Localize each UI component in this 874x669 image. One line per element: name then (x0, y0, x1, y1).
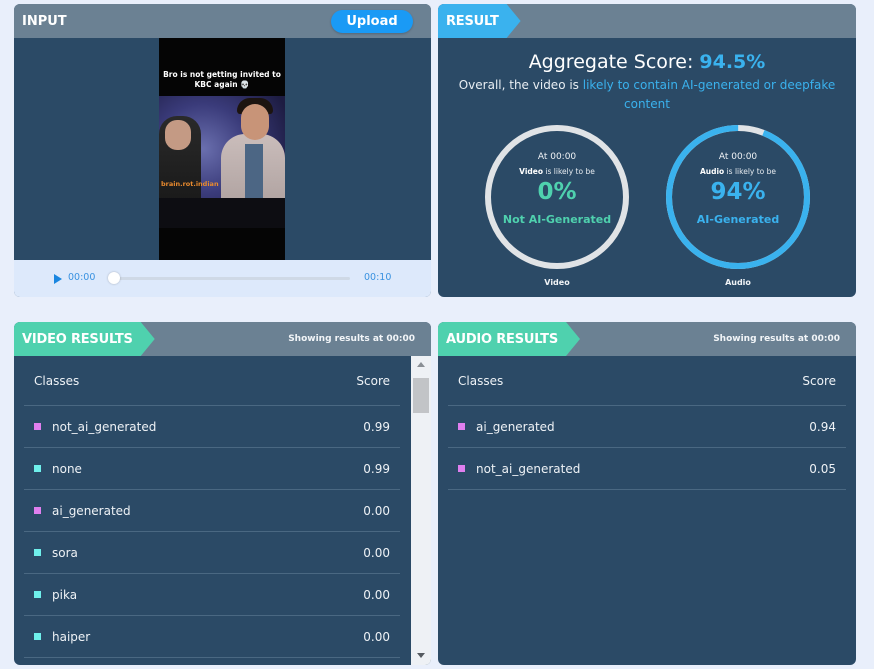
video-scene-image: brain.rot.indian (159, 96, 285, 228)
video-results-body: Classes Score not_ai_generated 0.99 none 0.… (14, 356, 431, 665)
audio-gauge-percent: 94% (710, 179, 766, 205)
video-player-controls: 00:00 00:10 (14, 260, 431, 297)
input-panel: INPUT Upload Bro is not getting invited … (14, 4, 431, 297)
class-score: 0.99 (363, 461, 390, 476)
audio-results-header: AUDIO RESULTS Showing results at 00:00 (438, 322, 856, 356)
scroll-down-arrow-icon[interactable] (417, 653, 425, 658)
table-row: sora 0.00 (24, 532, 400, 574)
input-title: INPUT (22, 13, 67, 29)
column-classes: Classes (458, 373, 504, 388)
audio-gauge: At 00:00 Audio is likely to be 94% AI-Ge… (663, 122, 813, 287)
table-row: not_ai_generated 0.99 (24, 406, 400, 448)
class-name: not_ai_generated (476, 461, 581, 476)
audio-results-table: Classes Score ai_generated 0.94 not_ai_gen… (448, 356, 846, 490)
table-row: none 0.99 (24, 448, 400, 490)
class-cell: none (34, 462, 82, 476)
audio-gauge-time: At 00:00 (718, 152, 758, 162)
class-color-swatch (34, 465, 41, 472)
class-score: 0.00 (363, 629, 390, 644)
table-row: haiper 0.00 (24, 616, 400, 658)
video-results-panel: VIDEO RESULTS Showing results at 00:00 C… (14, 322, 431, 665)
class-score: 0.05 (809, 461, 836, 476)
table-header: Classes Score (448, 356, 846, 406)
class-name: pika (52, 587, 78, 602)
audio-gauge-caption: Audio (725, 278, 751, 287)
video-results-tag: VIDEO RESULTS (14, 322, 155, 356)
overall-summary: Overall, the video is likely to contain … (448, 76, 846, 114)
upload-button[interactable]: Upload (331, 10, 413, 33)
video-gauge-percent: 0% (537, 179, 577, 205)
result-header: RESULT (438, 4, 856, 38)
result-tag: RESULT (438, 4, 521, 38)
class-cell: haiper (34, 630, 90, 644)
class-cell: ai_generated (458, 420, 555, 434)
current-time: 00:00 (68, 272, 96, 283)
class-cell: not_ai_generated (458, 462, 580, 476)
class-color-swatch (34, 591, 41, 598)
video-gauge: At 00:00 Video is likely to be 0% Not AI… (482, 122, 632, 287)
class-cell: pika (34, 588, 77, 602)
video-results-table: Classes Score not_ai_generated 0.99 none 0.… (24, 356, 400, 658)
class-score: 0.00 (363, 545, 390, 560)
class-color-swatch (34, 423, 41, 430)
audio-results-body: Classes Score ai_generated 0.94 not_ai_gen… (438, 356, 856, 665)
class-score: 0.94 (809, 419, 836, 434)
class-name: sora (52, 545, 78, 560)
table-row: pika 0.00 (24, 574, 400, 616)
video-watermark: brain.rot.indian (161, 180, 219, 188)
audio-results-showing: Showing results at 00:00 (713, 334, 840, 344)
class-color-swatch (458, 423, 465, 430)
overall-highlight: likely to contain AI-generated or deepfa… (582, 78, 836, 111)
audio-gauge-verdict: AI-Generated (696, 213, 780, 226)
aggregate-value: 94.5% (699, 51, 766, 73)
video-gauge-time: At 00:00 (537, 152, 577, 162)
column-classes: Classes (34, 373, 80, 388)
class-name: ai_generated (52, 503, 131, 518)
class-name: none (52, 461, 82, 476)
video-gauge-caption: Video (544, 278, 570, 287)
input-header: INPUT Upload (14, 4, 431, 38)
aggregate-label: Aggregate Score: (528, 51, 694, 73)
scroll-thumb[interactable] (413, 378, 429, 413)
play-icon[interactable] (54, 274, 62, 284)
class-cell: not_ai_generated (34, 420, 156, 434)
class-name: haiper (52, 629, 91, 644)
seek-thumb[interactable] (108, 272, 120, 284)
video-gauge-verdict: Not AI-Generated (502, 213, 612, 226)
class-name: not_ai_generated (52, 419, 157, 434)
video-results-header: VIDEO RESULTS Showing results at 00:00 (14, 322, 431, 356)
desk-shape (159, 198, 285, 228)
class-name: ai_generated (476, 419, 555, 434)
table-row: ai_generated 0.94 (448, 406, 846, 448)
result-panel: RESULT Aggregate Score: 94.5% Overall, th… (438, 4, 856, 297)
class-score: 0.00 (363, 587, 390, 602)
table-row: ai_generated 0.00 (24, 490, 400, 532)
class-color-swatch (34, 507, 41, 514)
total-time: 00:10 (364, 272, 392, 283)
video-gauge-likely: Video is likely to be (519, 167, 595, 176)
seek-bar[interactable] (112, 277, 350, 280)
class-cell: ai_generated (34, 504, 131, 518)
video-results-showing: Showing results at 00:00 (288, 334, 415, 344)
video-caption: Bro is not getting invited to KBC again … (163, 70, 281, 89)
video-results-scrollbar[interactable] (411, 356, 431, 665)
audio-results-tag: AUDIO RESULTS (438, 322, 580, 356)
class-color-swatch (34, 633, 41, 640)
table-header: Classes Score (24, 356, 400, 406)
overall-prefix: Overall, the video is (458, 78, 583, 92)
class-score: 0.99 (363, 419, 390, 434)
audio-results-panel: AUDIO RESULTS Showing results at 00:00 C… (438, 322, 856, 665)
aggregate-score: Aggregate Score: 94.5% (438, 51, 856, 73)
column-score: Score (802, 373, 836, 388)
table-row: not_ai_generated 0.05 (448, 448, 846, 490)
class-color-swatch (34, 549, 41, 556)
scroll-up-arrow-icon[interactable] (417, 362, 425, 367)
class-color-swatch (458, 465, 465, 472)
video-preview[interactable]: Bro is not getting invited to KBC again … (159, 38, 285, 260)
column-score: Score (356, 373, 390, 388)
class-score: 0.00 (363, 503, 390, 518)
audio-gauge-likely: Audio is likely to be (699, 167, 777, 176)
class-cell: sora (34, 546, 78, 560)
